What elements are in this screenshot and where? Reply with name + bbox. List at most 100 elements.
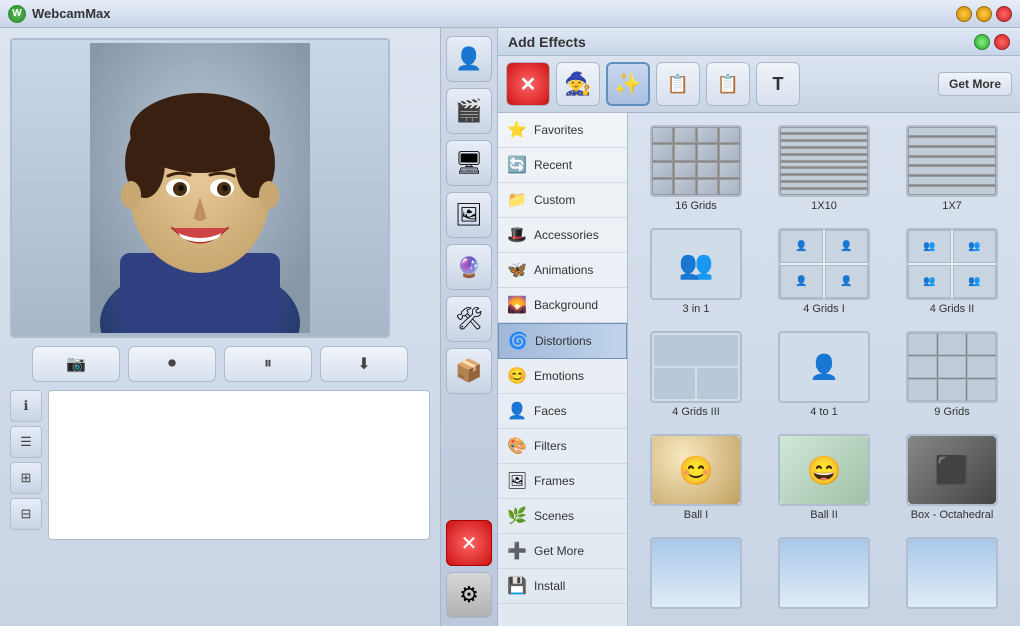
category-item-filters[interactable]: 🎨 Filters xyxy=(498,429,627,464)
category-item-install[interactable]: 💾 Install xyxy=(498,569,627,604)
category-item-animations[interactable]: 🦋 Animations xyxy=(498,253,627,288)
clapperboard-tool-button[interactable]: 🎬 xyxy=(446,88,492,134)
category-label: Accessories xyxy=(534,228,599,242)
download-button[interactable]: ⬇ xyxy=(320,346,408,382)
effect-item-3-in-1[interactable]: 👥 3 in 1 xyxy=(636,224,756,319)
category-icon: 🌿 xyxy=(506,505,528,527)
category-icon: 👤 xyxy=(506,400,528,422)
title-bar: W WebcamMax xyxy=(0,0,1020,28)
minimize-button[interactable] xyxy=(956,6,972,22)
category-label: Scenes xyxy=(534,509,574,523)
camera-button[interactable]: 📷 xyxy=(32,346,120,382)
box-tool-button[interactable]: 📦 xyxy=(446,348,492,394)
category-icon: 🌀 xyxy=(507,330,529,352)
category-icon: 😊 xyxy=(506,365,528,387)
tools-tool-button[interactable]: 🛠 xyxy=(446,296,492,342)
effect-thumbnail: 👥👥👥👥 xyxy=(906,228,998,300)
text-effect-button[interactable]: T xyxy=(756,62,800,106)
category-sidebar: ⭐ Favorites 🔄 Recent 📁 Custom 🎩 Accessor… xyxy=(498,113,628,626)
effect-thumbnail xyxy=(650,125,742,197)
effect-item-ball-ii[interactable]: 😄 Ball II xyxy=(764,430,884,525)
category-item-distortions[interactable]: 🌀 Distortions xyxy=(498,323,627,359)
effect-label: 1X10 xyxy=(811,200,837,212)
effect-item-9-grids[interactable]: 9 Grids xyxy=(892,327,1012,422)
record-button[interactable]: ⏺ xyxy=(128,346,216,382)
effects-toolbar: ✕ 🧙 ✨ 📋 📋 T Get More xyxy=(498,56,1020,113)
effect-label: Box - Octahedral xyxy=(911,509,994,521)
effect-label: 16 Grids xyxy=(675,200,717,212)
picture-tool-button[interactable]: 🖼 xyxy=(446,192,492,238)
category-item-faces[interactable]: 👤 Faces xyxy=(498,394,627,429)
category-label: Background xyxy=(534,298,598,312)
app-title: WebcamMax xyxy=(32,6,111,21)
effect-thumbnail: 👥 xyxy=(650,228,742,300)
effect-thumbnail xyxy=(650,537,742,609)
remove-tool-button[interactable]: ✕ xyxy=(446,520,492,566)
split-button[interactable]: ⊟ xyxy=(10,498,42,530)
category-label: Distortions xyxy=(535,334,592,348)
left-panel: 📷 ⏺ ⏸ ⬇ ℹ ☰ ⊞ ⊟ xyxy=(0,28,440,626)
category-label: Emotions xyxy=(534,369,584,383)
magic-tool-button[interactable]: 🔮 xyxy=(446,244,492,290)
effect-item-ball-i[interactable]: 😊 Ball I xyxy=(636,430,756,525)
category-icon: 🎨 xyxy=(506,435,528,457)
effects-title: Add Effects xyxy=(508,34,586,50)
effect-item-1x10[interactable]: 1X10 xyxy=(764,121,884,216)
effect-item-box---octahedral[interactable]: ⬛ Box - Octahedral xyxy=(892,430,1012,525)
category-item-accessories[interactable]: 🎩 Accessories xyxy=(498,218,627,253)
sparkle-effect-button[interactable]: ✨ xyxy=(606,62,650,106)
effect-label: 1X7 xyxy=(942,200,962,212)
category-label: Animations xyxy=(534,263,593,277)
grid-button[interactable]: ⊞ xyxy=(10,462,42,494)
category-label: Faces xyxy=(534,404,567,418)
category-item-favorites[interactable]: ⭐ Favorites xyxy=(498,113,627,148)
effects-grid: 16 Grids 1X10 1X7 👥 3 in 1 👤👤👤👤 4 Grids … xyxy=(636,121,1012,616)
category-item-scenes[interactable]: 🌿 Scenes xyxy=(498,499,627,534)
category-item-custom[interactable]: 📁 Custom xyxy=(498,183,627,218)
monitor-tool-button[interactable]: 🖥 xyxy=(446,140,492,186)
category-item-background[interactable]: 🌄 Background xyxy=(498,288,627,323)
effect-item-4-grids-ii[interactable]: 👥👥👥👥 4 Grids II xyxy=(892,224,1012,319)
category-label: Get More xyxy=(534,544,584,558)
category-item-recent[interactable]: 🔄 Recent xyxy=(498,148,627,183)
get-more-button[interactable]: Get More xyxy=(938,72,1012,96)
list-button[interactable]: ☰ xyxy=(10,426,42,458)
person-tool-button[interactable]: 👤 xyxy=(446,36,492,82)
effect-item-4-grids-iii[interactable]: 4 Grids III xyxy=(636,327,756,422)
pause-button[interactable]: ⏸ xyxy=(224,346,312,382)
effect-thumbnail xyxy=(650,331,742,403)
effect-label: Ball II xyxy=(810,509,838,521)
info-button[interactable]: ℹ xyxy=(10,390,42,422)
right-panel: Add Effects ✕ 🧙 ✨ 📋 📋 T Get More ⭐ Favor… xyxy=(498,28,1020,626)
clip1-effect-button[interactable]: 📋 xyxy=(656,62,700,106)
category-item-get-more[interactable]: ➕ Get More xyxy=(498,534,627,569)
effect-label: 4 Grids I xyxy=(803,303,845,315)
effects-body: ⭐ Favorites 🔄 Recent 📁 Custom 🎩 Accessor… xyxy=(498,113,1020,626)
settings-tool-button[interactable]: ⚙ xyxy=(446,572,492,618)
wizard-effect-button[interactable]: 🧙 xyxy=(556,62,600,106)
effect-item-1x7[interactable]: 1X7 xyxy=(892,121,1012,216)
effect-item-4-grids-i[interactable]: 👤👤👤👤 4 Grids I xyxy=(764,224,884,319)
effects-close-button[interactable] xyxy=(994,34,1010,50)
title-bar-left: W WebcamMax xyxy=(8,5,956,23)
category-item-frames[interactable]: 🖼 Frames xyxy=(498,464,627,499)
effect-item-[interactable] xyxy=(764,533,884,616)
remove-effect-button[interactable]: ✕ xyxy=(506,62,550,106)
maximize-button[interactable] xyxy=(976,6,992,22)
category-label: Frames xyxy=(534,474,575,488)
category-icon: ➕ xyxy=(506,540,528,562)
effect-thumbnail xyxy=(906,537,998,609)
close-button[interactable] xyxy=(996,6,1012,22)
category-icon: 🔄 xyxy=(506,154,528,176)
clip2-effect-button[interactable]: 📋 xyxy=(706,62,750,106)
effect-item-16-grids[interactable]: 16 Grids xyxy=(636,121,756,216)
category-item-emotions[interactable]: 😊 Emotions xyxy=(498,359,627,394)
title-bar-controls xyxy=(956,6,1012,22)
effect-item-4-to-1[interactable]: 👤 4 to 1 xyxy=(764,327,884,422)
effect-item-[interactable] xyxy=(636,533,756,616)
category-icon: 💾 xyxy=(506,575,528,597)
effects-grid-wrapper[interactable]: 16 Grids 1X10 1X7 👥 3 in 1 👤👤👤👤 4 Grids … xyxy=(628,113,1020,626)
effects-expand-button[interactable] xyxy=(974,34,990,50)
effect-thumbnail: 👤 xyxy=(778,331,870,403)
effect-item-[interactable] xyxy=(892,533,1012,616)
